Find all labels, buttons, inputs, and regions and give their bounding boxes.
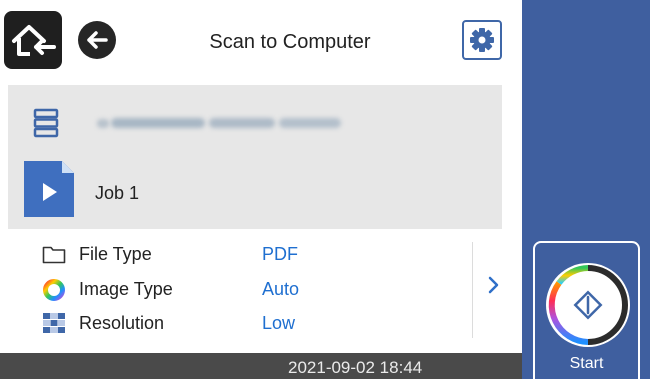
- settings-button[interactable]: [462, 20, 502, 60]
- file-type-label: File Type: [79, 244, 152, 264]
- image-type-label: Image Type: [79, 279, 173, 299]
- job-label[interactable]: Job 1: [95, 183, 139, 204]
- home-icon: [12, 25, 56, 56]
- resolution-label: Resolution: [79, 313, 165, 333]
- destination-address: [97, 115, 347, 131]
- chevron-right-icon[interactable]: [487, 274, 501, 296]
- status-bar: [0, 353, 522, 379]
- gear-icon: [470, 28, 494, 52]
- start-icon: [546, 263, 630, 347]
- server-icon: [33, 108, 59, 138]
- back-arrow-icon: [87, 31, 108, 49]
- color-ring-icon: [43, 279, 65, 301]
- settings-divider: [472, 242, 473, 338]
- folder-icon: [42, 246, 66, 264]
- start-label: Start: [569, 355, 604, 372]
- job-document-icon: [24, 161, 74, 217]
- resolution-value: Low: [262, 313, 296, 333]
- file-type-value: PDF: [262, 244, 298, 264]
- timestamp: 2021-09-02 18:44: [288, 358, 423, 377]
- back-button[interactable]: [78, 21, 116, 59]
- page-title: Scan to Computer: [209, 31, 371, 53]
- resolution-icon: [43, 313, 65, 333]
- image-type-value: Auto: [262, 279, 300, 299]
- destination-area[interactable]: [8, 85, 502, 229]
- home-button[interactable]: [4, 11, 62, 69]
